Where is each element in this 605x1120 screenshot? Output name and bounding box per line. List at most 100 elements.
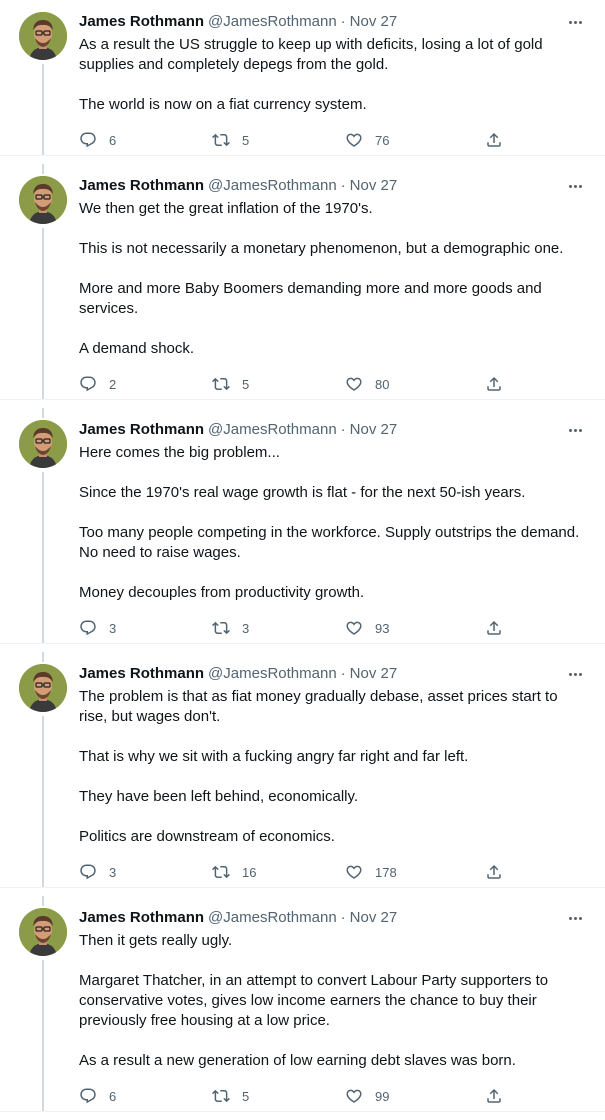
retweet-button[interactable]: 5	[212, 1087, 345, 1105]
tweet-date[interactable]: Nov 27	[350, 908, 398, 928]
tweet-header: James Rothmann @JamesRothmann · Nov 27	[79, 420, 589, 440]
tweet-actions: 6 5 76	[79, 124, 589, 156]
retweet-button[interactable]: 3	[212, 619, 345, 637]
tweet-date[interactable]: Nov 27	[350, 12, 398, 32]
tweet-content: James Rothmann @JamesRothmann · Nov 27 A…	[79, 12, 589, 156]
thread-connector-line	[42, 64, 44, 156]
more-icon-dot	[578, 184, 582, 188]
more-icon-dot	[578, 916, 582, 920]
author-handle[interactable]: @JamesRothmann	[208, 664, 337, 684]
reply-count: 2	[109, 376, 117, 392]
tweet-date[interactable]: Nov 27	[350, 420, 398, 440]
author-handle[interactable]: @JamesRothmann	[208, 12, 337, 32]
tweet-text: We then get the great inflation of the 1…	[79, 199, 589, 359]
reply-button[interactable]: 2	[79, 375, 212, 393]
tweet-paragraph: Then it gets really ugly.	[79, 932, 233, 949]
more-icon-dot	[573, 184, 577, 188]
retweet-icon	[212, 1089, 230, 1103]
tweet[interactable]: James Rothmann @JamesRothmann · Nov 27 T…	[0, 652, 605, 888]
more-options-button[interactable]	[565, 14, 585, 30]
more-icon-dot	[573, 428, 577, 432]
retweet-button[interactable]: 5	[212, 375, 345, 393]
avatar[interactable]	[19, 420, 67, 468]
tweet-thread: James Rothmann @JamesRothmann · Nov 27 A…	[0, 0, 605, 1120]
more-icon-dot	[573, 20, 577, 24]
tweet-date[interactable]: Nov 27	[350, 176, 398, 196]
separator-dot: ·	[340, 665, 346, 682]
avatar[interactable]	[19, 176, 67, 224]
tweet-date[interactable]: Nov 27	[350, 664, 398, 684]
more-icon-dot	[568, 916, 572, 920]
retweet-icon	[212, 377, 230, 391]
author-name[interactable]: James Rothmann	[79, 664, 204, 684]
tweet[interactable]: James Rothmann @JamesRothmann · Nov 27 T…	[0, 896, 605, 1112]
avatar[interactable]	[19, 908, 67, 956]
share-icon	[487, 132, 501, 147]
more-options-button[interactable]	[565, 910, 585, 926]
tweet-actions: 3 16 178	[79, 856, 589, 888]
more-options-button[interactable]	[565, 422, 585, 438]
like-button[interactable]: 76	[345, 131, 485, 149]
more-icon-dot	[578, 20, 582, 24]
tweet-paragraph: Margaret Thatcher, in an attempt to conv…	[79, 972, 549, 1029]
share-button[interactable]	[485, 863, 503, 881]
tweet[interactable]: James Rothmann @JamesRothmann · Nov 27 W…	[0, 164, 605, 400]
reply-button[interactable]: 6	[79, 1087, 212, 1105]
tweet-content: James Rothmann @JamesRothmann · Nov 27 T…	[79, 664, 589, 888]
tweet-header: James Rothmann @JamesRothmann · Nov 27	[79, 12, 589, 32]
reply-count: 6	[109, 132, 117, 148]
more-icon-dot	[568, 428, 572, 432]
tweet-header: James Rothmann @JamesRothmann · Nov 27	[79, 908, 589, 928]
tweet[interactable]: James Rothmann @JamesRothmann · Nov 27 H…	[0, 408, 605, 644]
tweet-paragraph: A demand shock.	[79, 340, 195, 357]
tweet-header: James Rothmann @JamesRothmann · Nov 27	[79, 664, 589, 684]
share-button[interactable]	[485, 131, 503, 149]
thread-connector-line	[42, 960, 44, 1112]
separator-dot: ·	[340, 421, 346, 438]
heart-icon	[346, 377, 362, 391]
like-button[interactable]: 99	[345, 1087, 485, 1105]
like-button[interactable]: 178	[345, 863, 485, 881]
author-handle[interactable]: @JamesRothmann	[208, 176, 337, 196]
share-button[interactable]	[485, 375, 503, 393]
tweet-content: James Rothmann @JamesRothmann · Nov 27 T…	[79, 908, 589, 1112]
thread-connector-line	[42, 896, 44, 906]
author-name[interactable]: James Rothmann	[79, 908, 204, 928]
share-button[interactable]	[485, 1087, 503, 1105]
author-handle[interactable]: @JamesRothmann	[208, 420, 337, 440]
tweet-paragraph: That is why we sit with a fucking angry …	[79, 748, 469, 765]
author-name[interactable]: James Rothmann	[79, 420, 204, 440]
tweet-paragraph: Here comes the big problem...	[79, 444, 280, 461]
author-handle[interactable]: @JamesRothmann	[208, 908, 337, 928]
reply-button[interactable]: 6	[79, 131, 212, 149]
tweet-paragraph: They have been left behind, economically…	[79, 788, 359, 805]
more-icon-dot	[568, 672, 572, 676]
more-icon-dot	[568, 20, 572, 24]
tweet-actions: 2 5 80	[79, 368, 589, 400]
like-count: 178	[375, 864, 397, 880]
tweet-content: James Rothmann @JamesRothmann · Nov 27 W…	[79, 176, 589, 400]
share-icon	[487, 1088, 501, 1103]
share-button[interactable]	[485, 619, 503, 637]
more-options-button[interactable]	[565, 666, 585, 682]
reply-button[interactable]: 3	[79, 619, 212, 637]
tweet-paragraph: This is not necessarily a monetary pheno…	[79, 240, 564, 257]
more-options-button[interactable]	[565, 178, 585, 194]
author-name[interactable]: James Rothmann	[79, 12, 204, 32]
reply-button[interactable]: 3	[79, 863, 212, 881]
thread-connector-line	[42, 228, 44, 400]
share-icon	[487, 620, 501, 635]
avatar[interactable]	[19, 664, 67, 712]
like-button[interactable]: 80	[345, 375, 485, 393]
thread-connector-line	[42, 408, 44, 418]
reply-icon	[80, 620, 96, 636]
like-button[interactable]: 93	[345, 619, 485, 637]
reply-count: 3	[109, 620, 117, 636]
avatar[interactable]	[19, 12, 67, 60]
author-name[interactable]: James Rothmann	[79, 176, 204, 196]
tweet-content: James Rothmann @JamesRothmann · Nov 27 H…	[79, 420, 589, 644]
retweet-button[interactable]: 16	[212, 863, 345, 881]
tweet[interactable]: James Rothmann @JamesRothmann · Nov 27 A…	[0, 0, 605, 156]
tweet-paragraph: Too many people competing in the workfor…	[79, 524, 580, 561]
retweet-button[interactable]: 5	[212, 131, 345, 149]
